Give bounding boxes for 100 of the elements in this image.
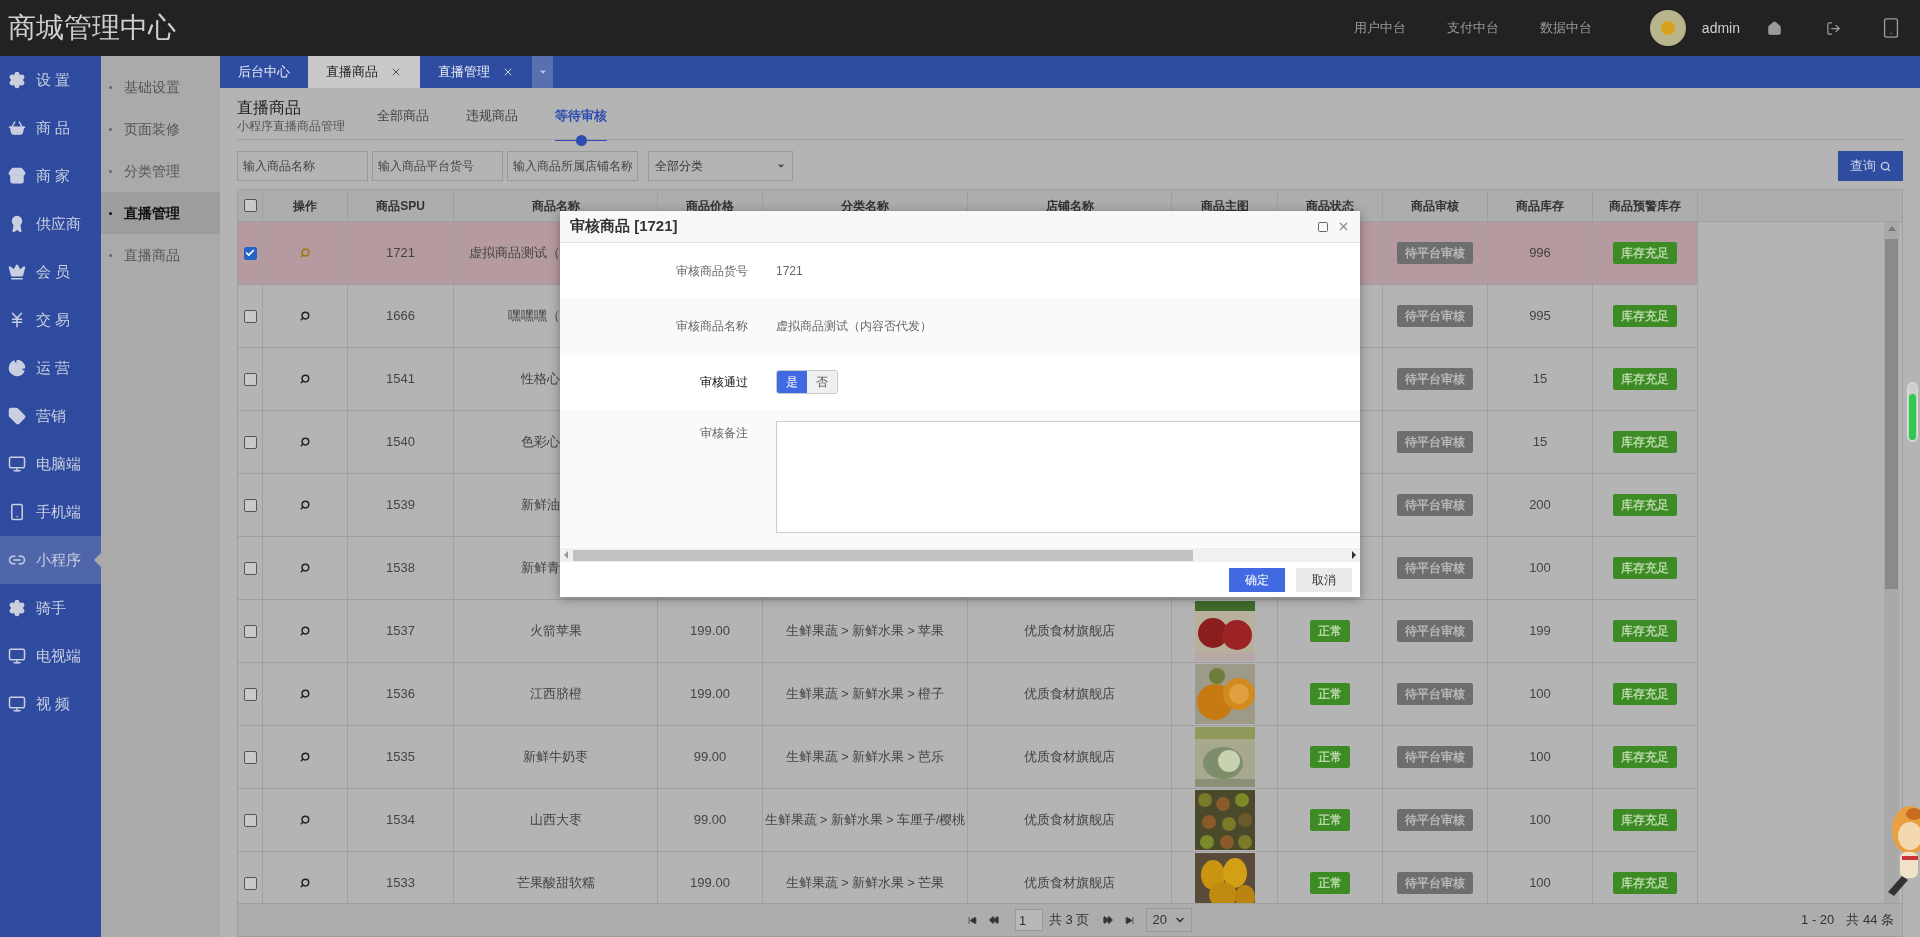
toggle-option[interactable]: 否 (807, 370, 837, 393)
tab[interactable]: 直播商品 (308, 56, 420, 88)
sub-sidebar-item[interactable]: 分类管理 (101, 150, 220, 192)
sub-sidebar-item[interactable]: 页面装修 (101, 108, 220, 150)
search-field[interactable]: 输入商品名称 (237, 151, 368, 181)
stock-badge: 库存充足 (1613, 368, 1677, 390)
first-page-icon[interactable] (968, 915, 977, 925)
close-icon[interactable] (1337, 220, 1350, 233)
table-cell-text: 100 (1529, 748, 1551, 767)
prev-page-icon[interactable] (989, 915, 999, 925)
checkbox[interactable] (243, 309, 257, 323)
table-cell-text: 生鲜果蔬 > 新鲜水果 > 橙子 (785, 685, 945, 703)
top-link[interactable]: 支付中台 (1446, 18, 1499, 38)
status-badge: 正常 (1310, 746, 1350, 768)
page-size-select[interactable]: 20 (1146, 908, 1193, 932)
column-header: 商品库存 (1488, 190, 1593, 221)
sub-sidebar-item[interactable]: 直播管理 (101, 192, 220, 234)
home-icon[interactable] (1767, 20, 1782, 36)
table-cell-text: 性格心 (521, 370, 560, 389)
bullet-icon (109, 169, 112, 173)
filter-tab[interactable]: 等待审核 (553, 88, 609, 146)
checkbox[interactable] (243, 687, 257, 701)
remark-field[interactable] (776, 421, 1360, 533)
next-page-icon[interactable] (1103, 915, 1114, 925)
tab[interactable]: 后台中心 (220, 56, 308, 88)
search-icon[interactable] (300, 815, 310, 825)
table-row[interactable]: 1536 江西脐橙 199.00 生鲜果蔬 > 新鲜水果 > 橙子 优质食材旗舰店 正常 待平台审核 100 库存充足 (238, 663, 1698, 726)
confirm-button[interactable]: 确定 (1229, 567, 1285, 592)
checkbox[interactable] (243, 199, 257, 212)
table-row[interactable]: 1537 火箭苹果 199.00 生鲜果蔬 > 新鲜水果 > 苹果 优质食材旗舰店 正常 待平台审核 199 库存充足 (238, 600, 1698, 663)
monitor-icon (8, 695, 26, 713)
checkbox[interactable] (243, 246, 257, 260)
table-row[interactable]: 1535 新鲜牛奶枣 99.00 生鲜果蔬 > 新鲜水果 > 芭乐 优质食材旗舰店 正常 待平台审核 100 库存充足 (238, 726, 1698, 789)
checkbox[interactable] (243, 372, 257, 386)
search-field[interactable]: 输入商品所属店铺名称 (507, 151, 638, 181)
search-icon[interactable] (300, 500, 310, 510)
toggle-option[interactable]: 是 (777, 370, 807, 393)
avatar-icon[interactable] (1649, 10, 1686, 46)
search-icon[interactable] (300, 311, 310, 321)
table-cell-text: 优质食材旗舰店 (1024, 811, 1115, 830)
sidebar-item[interactable]: 电脑端 (0, 440, 101, 488)
sidebar-item[interactable]: 手机端 (0, 488, 101, 536)
page-input[interactable]: 1 (1015, 909, 1043, 931)
search-icon[interactable] (300, 374, 310, 384)
sidebar-item[interactable]: 交 易 (0, 296, 101, 344)
sidebar-item[interactable]: 商 家 (0, 152, 101, 200)
app-title: 商城管理中心 (8, 11, 176, 45)
maximize-icon[interactable] (1317, 220, 1329, 233)
checkbox[interactable] (243, 813, 257, 827)
close-icon[interactable] (502, 66, 514, 78)
table-cell-text: 优质食材旗舰店 (1024, 748, 1115, 767)
search-icon[interactable] (300, 752, 310, 762)
sidebar-item[interactable]: 骑手 (0, 584, 101, 632)
sidebar-item[interactable]: 商 品 (0, 104, 101, 152)
username[interactable]: admin (1701, 17, 1740, 39)
sub-sidebar-item[interactable]: 基础设置 (101, 66, 220, 108)
checkbox[interactable] (243, 435, 257, 449)
scrollbar[interactable] (1884, 222, 1899, 903)
table-row[interactable]: 1534 山西大枣 99.00 生鲜果蔬 > 新鲜水果 > 车厘子/樱桃 优质食材旗舰店 正常 待平台审核 100 库存充足 (238, 789, 1698, 852)
sidebar-item[interactable]: 运 营 (0, 344, 101, 392)
crown-icon (8, 263, 26, 281)
top-link[interactable]: 用户中台 (1353, 18, 1406, 38)
phone-icon (8, 503, 26, 521)
horizontal-scrollbar[interactable] (560, 548, 1360, 562)
sidebar-item[interactable]: 供应商 (0, 200, 101, 248)
top-link[interactable]: 数据中台 (1539, 18, 1592, 38)
search-icon[interactable] (300, 563, 310, 573)
checkbox[interactable] (243, 624, 257, 638)
sidebar-item[interactable]: 会 员 (0, 248, 101, 296)
bullet-icon (109, 85, 112, 89)
review-badge: 待平台审核 (1397, 242, 1473, 264)
tab[interactable]: 直播管理 (420, 56, 532, 88)
last-page-icon[interactable] (1125, 915, 1135, 925)
query-button[interactable]: 查询 (1838, 151, 1903, 181)
table-cell-text: 15 (1532, 370, 1548, 389)
close-icon[interactable] (390, 66, 402, 78)
checkbox[interactable] (243, 876, 257, 890)
category-select[interactable]: 全部分类 (648, 151, 793, 181)
cancel-button[interactable]: 取消 (1296, 567, 1352, 592)
table-cell-text: 100 (1529, 874, 1551, 893)
search-field[interactable]: 输入商品平台货号 (372, 151, 503, 181)
sub-sidebar-item[interactable]: 直播商品 (101, 234, 220, 276)
sidebar-item[interactable]: 营销 (0, 392, 101, 440)
search-icon[interactable] (300, 689, 310, 699)
checkbox[interactable] (243, 561, 257, 575)
search-icon[interactable] (300, 878, 310, 888)
filter-tab[interactable]: 违规商品 (464, 88, 520, 146)
search-icon[interactable] (300, 626, 310, 636)
filter-tab[interactable]: 全部商品 (375, 88, 431, 146)
checkbox[interactable] (243, 750, 257, 764)
search-icon[interactable] (300, 437, 310, 447)
checkbox[interactable] (243, 498, 257, 512)
sidebar-item[interactable]: 电视端 (0, 632, 101, 680)
sidebar-item[interactable]: 小程序 (0, 536, 101, 584)
table-cell-text: 生鲜果蔬 > 新鲜水果 > 车厘子/樱桃 (764, 811, 966, 829)
sidebar-item[interactable]: 设 置 (0, 56, 101, 104)
logout-icon[interactable] (1826, 20, 1841, 36)
gear-icon (8, 71, 26, 89)
sidebar-item[interactable]: 视 频 (0, 680, 101, 728)
table-cell-text: 火箭苹果 (529, 622, 582, 641)
